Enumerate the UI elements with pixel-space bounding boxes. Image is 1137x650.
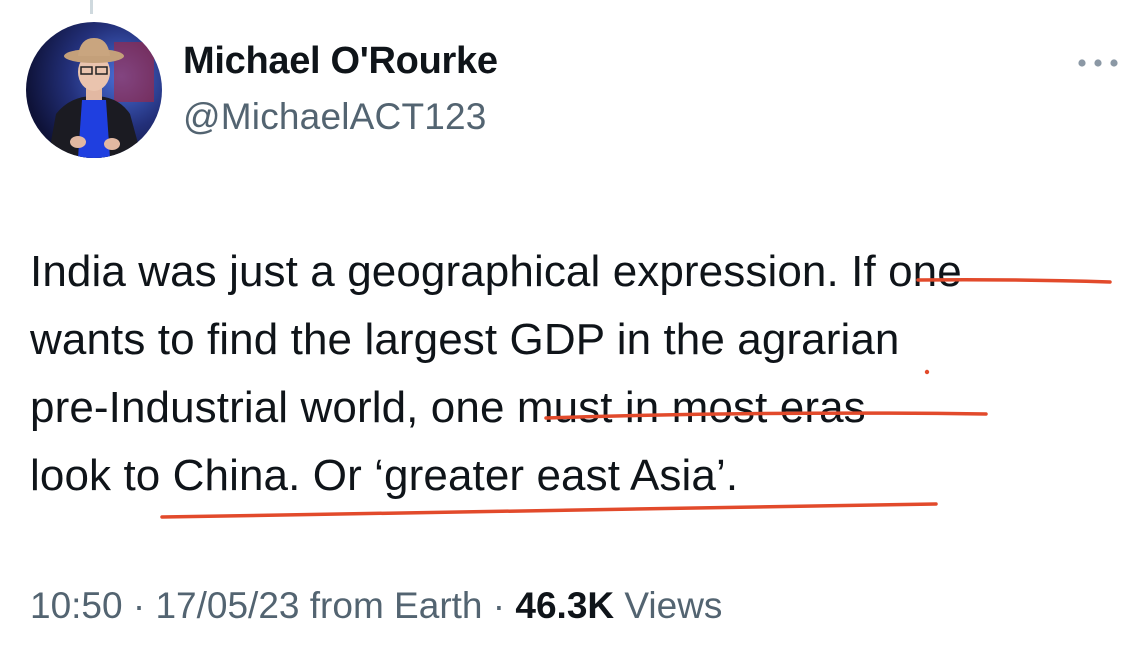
tweet-metadata: 10:50 · 17/05/23 from Earth · 46.3K View…: [30, 585, 722, 627]
tweet-text: India was just a geographical expression…: [30, 247, 962, 500]
views-label[interactable]: Views: [624, 585, 722, 626]
author-display-name[interactable]: Michael O'Rourke: [183, 40, 498, 83]
thread-connector-line: [90, 0, 93, 14]
author-handle[interactable]: @MichaelACT123: [183, 96, 487, 138]
tweet-source: from Earth: [309, 585, 483, 626]
tweet: Michael O'Rourke @MichaelACT123 India wa…: [0, 0, 1137, 650]
meta-separator: ·: [492, 585, 506, 626]
avatar[interactable]: [26, 22, 162, 158]
more-options-button[interactable]: [1074, 48, 1122, 78]
tweet-timestamp[interactable]: 10:50 · 17/05/23: [30, 585, 300, 626]
views-count[interactable]: 46.3K: [515, 585, 614, 626]
more-horizontal-icon: [1078, 59, 1118, 67]
avatar-image: [26, 22, 162, 158]
